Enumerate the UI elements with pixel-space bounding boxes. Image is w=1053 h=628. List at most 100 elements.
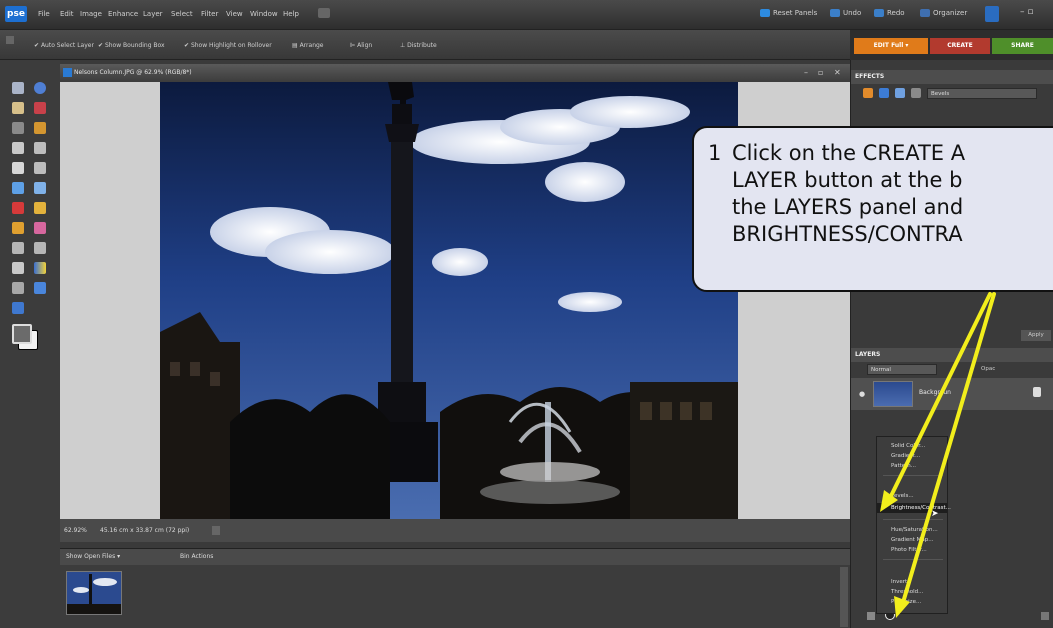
effects-all-icon[interactable] — [911, 88, 921, 98]
menu-enhance[interactable]: Enhance — [108, 10, 138, 18]
distribute-label: Distribute — [407, 42, 437, 49]
menu-image[interactable]: Image — [80, 10, 102, 18]
arrange-button[interactable]: ▤ Arrange — [292, 42, 324, 49]
organizer-button[interactable]: Organizer — [920, 9, 967, 17]
document-maximize-icon[interactable]: ▫ — [818, 64, 823, 82]
menu-item-posterize[interactable]: Posterize... — [877, 597, 947, 607]
blur-tool-icon[interactable] — [12, 302, 24, 314]
smart-brush-tool-icon[interactable] — [34, 242, 46, 254]
document-icon — [63, 68, 72, 77]
redo-label: Redo — [887, 9, 905, 17]
delete-layer-icon[interactable] — [1041, 612, 1049, 620]
show-highlight-checkbox[interactable]: ✔ Show Highlight on Rollover — [184, 42, 272, 49]
blend-mode-value: Normal — [871, 367, 891, 373]
cookie-cutter-tool-icon[interactable] — [12, 182, 24, 194]
align-button[interactable]: ⊫ Align — [350, 42, 372, 49]
eyedropper-tool-icon[interactable] — [34, 102, 46, 114]
trafalgar-square-photo — [160, 82, 738, 519]
undo-button[interactable]: Undo — [830, 9, 861, 17]
menu-item-invert[interactable]: Invert — [877, 577, 947, 587]
app-logo: pse — [5, 6, 27, 22]
reset-panels-button[interactable]: Reset Panels — [760, 9, 817, 17]
shape-tool-icon[interactable] — [34, 282, 46, 294]
show-open-files-dropdown[interactable]: Show Open Files ▾ — [64, 551, 164, 563]
menu-item-gradient[interactable]: Gradient... — [877, 451, 947, 461]
menu-layer[interactable]: Layer — [143, 10, 163, 18]
menu-window[interactable]: Window — [250, 10, 278, 18]
magic-wand-tool-icon[interactable] — [12, 142, 24, 154]
move-tool-icon[interactable] — [12, 82, 24, 94]
effects-layer-styles-icon[interactable] — [879, 88, 889, 98]
gradient-tool-icon[interactable] — [34, 262, 46, 274]
undo-icon — [830, 9, 840, 17]
distribute-button[interactable]: ⊥ Distribute — [400, 42, 437, 49]
tab-edit-full[interactable]: EDIT Full ▾ — [854, 38, 928, 54]
blend-mode-dropdown[interactable]: Normal — [867, 364, 937, 375]
callout-line-1: Click on the CREATE A — [732, 141, 966, 165]
menu-item-photo-filter[interactable]: Photo Filter... — [877, 545, 947, 555]
menu-item-gradient-map[interactable]: Gradient Map... — [877, 535, 947, 545]
mouse-cursor-icon: ➤ — [931, 509, 939, 519]
bin-actions-button[interactable]: Bin Actions — [180, 549, 213, 565]
open-file-thumbnail[interactable] — [66, 571, 122, 615]
layer-lock-icon — [1033, 387, 1041, 397]
workspace-icon[interactable] — [318, 8, 330, 18]
effects-category-dropdown[interactable]: Bevels — [927, 88, 1037, 99]
healing-brush-tool-icon[interactable] — [34, 202, 46, 214]
hand-tool-icon[interactable] — [12, 102, 24, 114]
home-icon[interactable] — [985, 6, 999, 22]
effects-apply-button[interactable]: Apply — [1021, 330, 1051, 341]
document-title-bar: Nelsons Column.JPG @ 62.9% (RGB/8*) – ▫ … — [60, 64, 850, 82]
reset-panels-label: Reset Panels — [773, 9, 818, 17]
menu-item-threshold[interactable]: Threshold... — [877, 587, 947, 597]
menu-view[interactable]: View — [226, 10, 243, 18]
redo-button[interactable]: Redo — [874, 9, 905, 17]
foreground-color-swatch[interactable] — [12, 324, 32, 344]
brush-tool-icon[interactable] — [12, 242, 24, 254]
menu-select[interactable]: Select — [171, 10, 193, 18]
menu-item-levels[interactable]: Levels... — [877, 491, 947, 501]
tab-share[interactable]: SHARE — [992, 38, 1053, 54]
menu-edit[interactable]: Edit — [60, 10, 74, 18]
new-layer-icon[interactable] — [867, 612, 875, 620]
auto-select-layer-checkbox[interactable]: ✔ Auto Select Layer — [34, 42, 94, 49]
quick-selection-tool-icon[interactable] — [34, 142, 46, 154]
callout-text: 1 Click on the CREATE A LAYER button at th… — [692, 128, 1053, 288]
layer-visibility-eye-icon[interactable]: ● — [859, 390, 865, 398]
document-close-icon[interactable]: ✕ — [834, 64, 841, 82]
layer-row-background[interactable]: ● Backgroun — [851, 378, 1053, 410]
document-title: Nelsons Column.JPG @ 62.9% (RGB/8*) — [74, 69, 192, 76]
red-eye-tool-icon[interactable] — [12, 202, 24, 214]
opacity-label: Opac — [981, 366, 996, 372]
crop-tool-icon[interactable] — [34, 162, 46, 174]
document-minimize-icon[interactable]: – — [804, 64, 808, 82]
menu-item-solid-color[interactable]: Solid Color... — [877, 441, 947, 451]
panel-collapse-icon[interactable] — [6, 36, 14, 44]
shape-selection-tool-icon[interactable] — [12, 282, 24, 294]
lasso-tool-icon[interactable] — [34, 122, 46, 134]
minimize-icon[interactable]: – ▫ — [1020, 7, 1033, 17]
undo-label: Undo — [843, 9, 862, 17]
menu-item-hue-saturation[interactable]: Hue/Saturation... — [877, 525, 947, 535]
type-tool-icon[interactable] — [12, 162, 24, 174]
bin-scrollbar[interactable] — [840, 567, 848, 627]
zoom-tool-icon[interactable] — [34, 82, 46, 94]
effects-photo-effects-icon[interactable] — [895, 88, 905, 98]
clone-stamp-tool-icon[interactable] — [12, 222, 24, 234]
zoom-readout[interactable]: 62.92% — [64, 519, 87, 542]
show-highlight-label: Show Highlight on Rollover — [190, 42, 272, 49]
status-menu-arrow-icon[interactable] — [212, 526, 220, 535]
marquee-tool-icon[interactable] — [12, 122, 24, 134]
eraser-tool-icon[interactable] — [34, 222, 46, 234]
effects-filters-icon[interactable] — [863, 88, 873, 98]
tab-create[interactable]: CREATE — [930, 38, 990, 54]
straighten-tool-icon[interactable] — [34, 182, 46, 194]
menu-file[interactable]: File — [38, 10, 50, 18]
photo-canvas[interactable] — [160, 82, 738, 519]
menu-help[interactable]: Help — [283, 10, 299, 18]
paint-bucket-tool-icon[interactable] — [12, 262, 24, 274]
menu-filter[interactable]: Filter — [201, 10, 218, 18]
project-bin-header: Show Open Files ▾ Bin Actions — [60, 549, 850, 565]
show-bounding-box-checkbox[interactable]: ✔ Show Bounding Box — [98, 42, 165, 49]
menu-item-pattern[interactable]: Pattern... — [877, 461, 947, 471]
